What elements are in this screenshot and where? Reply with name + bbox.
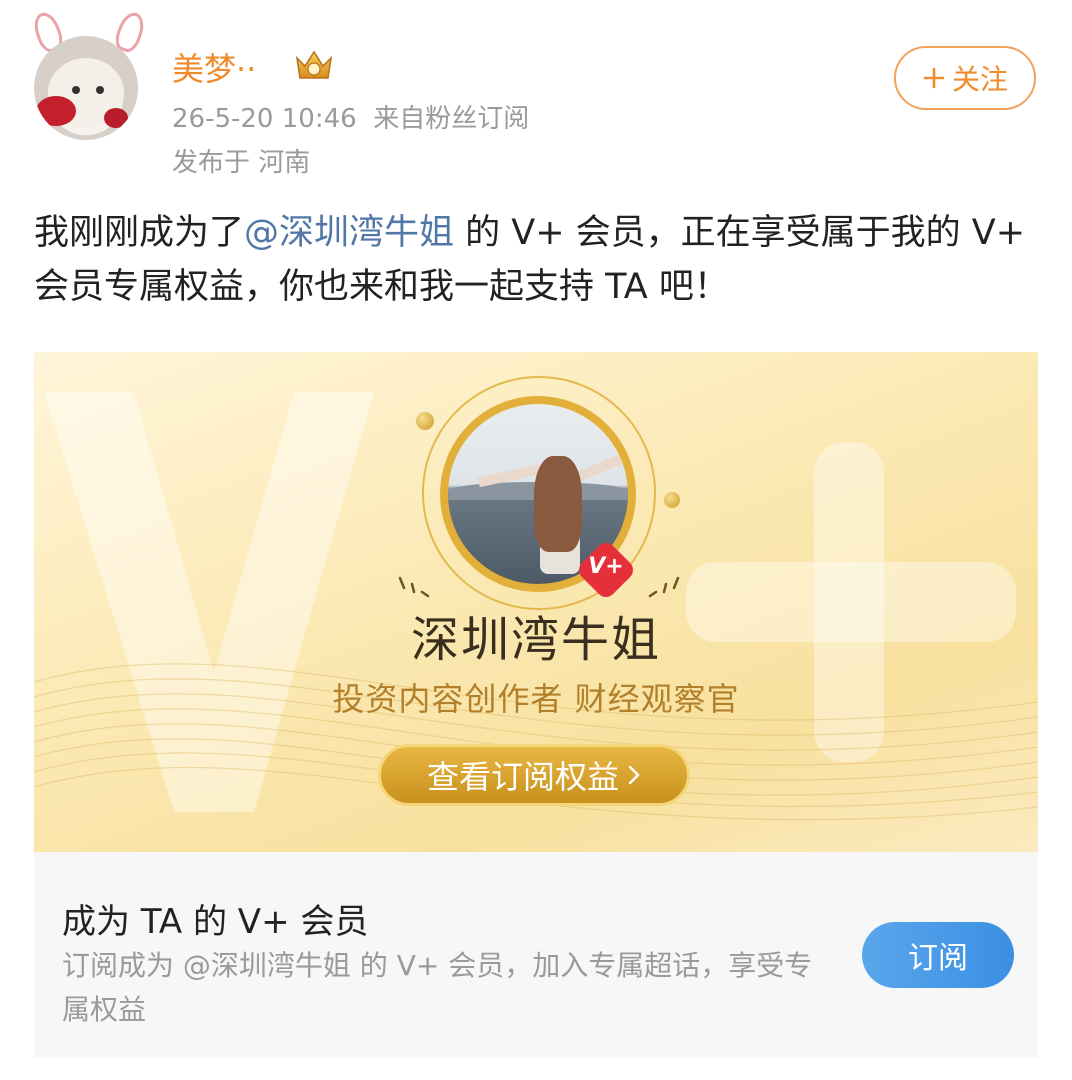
view-benefits-button[interactable]: 查看订阅权益 (378, 744, 690, 806)
follow-button[interactable]: 关注 (894, 46, 1036, 110)
post-meta: 26-5-20 10:46 来自粉丝订阅 (172, 98, 529, 135)
creator-title: 投资内容创作者 财经观察官 (332, 680, 740, 718)
post-text-before: 我刚刚成为了 (34, 213, 245, 253)
avatar[interactable] (34, 36, 138, 140)
gold-orb (664, 492, 680, 508)
chevron-right-icon (628, 765, 640, 785)
view-benefits-label: 查看订阅权益 (426, 758, 619, 796)
mention-link[interactable]: @深圳湾牛姐 (244, 213, 454, 253)
subscribe-panel: 成为 TA 的 V+ 会员 订阅成为 @深圳湾牛姐 的 V+ 会员，加入专属超话… (34, 852, 1038, 1058)
post-source: 来自粉丝订阅 (373, 104, 530, 134)
vplus-card[interactable]: V+ 深圳湾牛姐 投资内容创作者 财经观察官 查看订阅权益 (34, 352, 1038, 852)
post-text: 我刚刚成为了@深圳湾牛姐 的 V+ 会员，正在享受属于我的 V+ 会员专属权益，… (34, 206, 1044, 314)
author-name[interactable]: 美梦·· (172, 44, 256, 90)
v-plus-badge-label: V+ (588, 554, 624, 579)
post-time: 26-5-20 10:46 (172, 104, 357, 134)
creator-name: 深圳湾牛姐 (410, 612, 661, 668)
follow-label: 关注 (951, 63, 1008, 96)
plus-icon (923, 67, 945, 89)
subscribe-title: 成为 TA 的 V+ 会员 (62, 902, 369, 942)
subscribe-button[interactable]: 订阅 (862, 922, 1014, 988)
crown-icon (295, 50, 333, 79)
post-location: 发布于 河南 (172, 148, 311, 178)
subscribe-description: 订阅成为 @深圳湾牛姐 的 V+ 会员，加入专属超话，享受专属权益 (62, 949, 813, 1026)
gold-orb (416, 412, 434, 430)
